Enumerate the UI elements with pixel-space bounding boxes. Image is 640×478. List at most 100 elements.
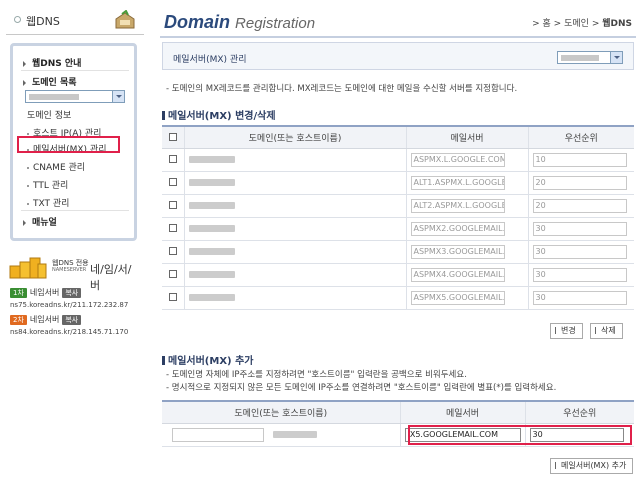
- sidebar-header: 웹DNS: [6, 10, 144, 32]
- mailserver-input[interactable]: ASPMX3.GOOGLEMAIL.: [410, 244, 505, 259]
- breadcrumb-separator: >: [532, 19, 540, 29]
- hostname-blurred: [188, 178, 235, 186]
- mailserver-input[interactable]: ASPMX2.GOOGLEMAIL.: [410, 221, 505, 236]
- sidebar-title: 웹DNS: [26, 15, 60, 28]
- hostname-blurred: [188, 224, 235, 232]
- breadcrumb-home[interactable]: 홈: [543, 19, 551, 29]
- table-row: ASPMX.L.GOOGLE.COM 10: [162, 148, 634, 172]
- domain-select[interactable]: [25, 90, 125, 103]
- panel-title-bar: 메일서버(MX) 관리: [162, 42, 634, 70]
- domain-suffix-blurred: [272, 431, 317, 438]
- hostname-blurred: [188, 270, 235, 278]
- select-all-checkbox[interactable]: [168, 132, 177, 141]
- priority-input[interactable]: 20: [532, 198, 627, 213]
- mailserver-input[interactable]: ALT2.ASPMX.L.GOOGLE: [410, 198, 505, 213]
- menu-manual[interactable]: 매뉴얼: [23, 215, 57, 228]
- delete-button[interactable]: 삭제: [590, 323, 623, 339]
- row-checkbox[interactable]: [168, 247, 177, 255]
- menu-domain-info[interactable]: 도메인 정보: [27, 108, 71, 121]
- menu-divider: [21, 70, 129, 71]
- mailserver-input[interactable]: ASPMX.L.GOOGLE.COM: [410, 152, 505, 167]
- arrow-right-icon: [23, 219, 26, 226]
- table-row: ASPMX5.GOOGLEMAIL. 30: [162, 286, 634, 310]
- hostname-blurred: [188, 247, 235, 255]
- breadcrumb-separator: >: [553, 19, 562, 29]
- hostname-input[interactable]: [172, 427, 264, 442]
- column-priority: 우선순위: [527, 126, 634, 149]
- section-marker-icon: [162, 111, 165, 120]
- priority-input[interactable]: 30: [532, 221, 627, 236]
- breadcrumb-current: 웹DNS: [602, 19, 632, 29]
- panel-title: 메일서버(MX) 관리: [173, 55, 247, 65]
- dot-icon: [27, 166, 29, 169]
- dot-icon: [27, 184, 29, 187]
- menu-txt[interactable]: TXT 관리: [27, 196, 69, 209]
- column-priority: 우선순위: [524, 401, 634, 424]
- edit-section-title: 메일서버(MX) 변경/삭제: [162, 107, 276, 122]
- row-checkbox[interactable]: [168, 201, 177, 209]
- copy-primary-button[interactable]: 복사: [62, 288, 82, 298]
- mx-table: 도메인(또는 호스트이름) 메일서버 우선순위 ASPMX.L.GOOGLE.C…: [162, 125, 634, 310]
- row-checkbox[interactable]: [168, 224, 177, 232]
- primary-nameserver: 1차 네임서버 복사 ns75.koreadns.kr/211.172.232.87: [10, 287, 142, 309]
- priority-input[interactable]: 30: [532, 267, 627, 282]
- main-content: Domain Registration > 홈 > 도메인 > 웹DNS 메일서…: [160, 0, 640, 478]
- server-boxes-icon: [9, 257, 47, 279]
- table-row: ASPMX3.GOOGLEMAIL. 30: [162, 240, 634, 264]
- table-row: ASPMX4.GOOGLEMAIL. 30: [162, 263, 634, 287]
- arrow-right-icon: [23, 79, 26, 86]
- column-domain: 도메인(또는 호스트이름): [183, 126, 406, 149]
- select-all-header: [162, 126, 184, 149]
- panel-description: - 도메인의 MX레코드를 관리합니다. MX레코드는 도메인에 대한 메일을 …: [166, 84, 518, 94]
- hostname-blurred: [188, 155, 235, 163]
- primary-nameserver-address: ns75.koreadns.kr/211.172.232.87: [10, 301, 129, 309]
- column-mailserver: 메일서버: [399, 401, 525, 424]
- nameserver-logo: 웹DNS 전용 NAMESERVER 네/임/서/버: [8, 254, 140, 292]
- dot-icon: [27, 132, 29, 135]
- add-note-1: - 도메인명 자체에 IP주소를 지정하려면 "호스트이름" 입력란을 공백으로…: [166, 370, 467, 380]
- breadcrumb-domain[interactable]: 도메인: [564, 19, 589, 29]
- breadcrumb: > 홈 > 도메인 > 웹DNS: [532, 16, 632, 29]
- priority-input[interactable]: 10: [532, 152, 627, 167]
- priority-input[interactable]: 20: [532, 175, 627, 190]
- menu-webdns-guide[interactable]: 웹DNS 안내: [23, 56, 81, 69]
- row-checkbox[interactable]: [168, 270, 177, 278]
- menu-domain-list[interactable]: 도메인 목록: [23, 75, 77, 88]
- page-logo: Domain Registration: [164, 12, 316, 32]
- column-mailserver: 메일서버: [405, 126, 528, 149]
- row-checkbox[interactable]: [168, 293, 177, 301]
- selected-domain-blurred: [29, 94, 79, 100]
- menu-divider: [21, 210, 129, 211]
- menu-cname[interactable]: CNAME 관리: [27, 160, 85, 173]
- chevron-down-icon[interactable]: [112, 91, 124, 102]
- add-note-2: - 명시적으로 지정되지 않은 모든 도메인에 IP주소를 연결하려면 "호스트…: [166, 383, 557, 393]
- mailserver-input[interactable]: ALT1.ASPMX.L.GOOGLE: [410, 175, 505, 190]
- arrow-right-icon: [23, 60, 26, 67]
- change-button[interactable]: 변경: [550, 323, 583, 339]
- sidebar-divider: [6, 34, 144, 35]
- circle-bullet-icon: [14, 16, 21, 23]
- add-mx-button[interactable]: 메일서버(MX) 추가: [550, 458, 634, 474]
- menu-ttl[interactable]: TTL 관리: [27, 178, 68, 191]
- row-checkbox[interactable]: [168, 178, 177, 186]
- table-row: ALT2.ASPMX.L.GOOGLE 20: [162, 194, 634, 218]
- table-row: ASPMX2.GOOGLEMAIL. 30: [162, 217, 634, 241]
- secondary-nameserver: 2차 네임서버 복사 ns84.koreadns.kr/218.145.71.170: [10, 314, 142, 336]
- chevron-down-icon[interactable]: [610, 52, 622, 63]
- selected-domain-blurred: [561, 55, 599, 61]
- copy-secondary-button[interactable]: 복사: [62, 315, 82, 325]
- row-checkbox[interactable]: [168, 155, 177, 163]
- mailserver-input[interactable]: ASPMX5.GOOGLEMAIL.: [410, 290, 505, 305]
- add-section-title: 메일서버(MX) 추가: [162, 352, 253, 367]
- table-row: ALT1.ASPMX.L.GOOGLE 20: [162, 171, 634, 195]
- hostname-blurred: [188, 293, 235, 301]
- mailserver-input[interactable]: ASPMX4.GOOGLEMAIL.: [410, 267, 505, 282]
- breadcrumb-separator: >: [591, 19, 600, 29]
- secondary-nameserver-address: ns84.koreadns.kr/218.145.71.170: [10, 328, 129, 336]
- priority-input[interactable]: 30: [532, 290, 627, 305]
- house-icon: [115, 10, 135, 29]
- sidebar: 웹DNS 웹DNS 안내 도메인 목록 도메인 정보 호스트 IP(A) 관리 …: [0, 0, 150, 478]
- priority-input[interactable]: 30: [532, 244, 627, 259]
- panel-domain-select[interactable]: [557, 51, 623, 64]
- header-divider: [160, 36, 636, 38]
